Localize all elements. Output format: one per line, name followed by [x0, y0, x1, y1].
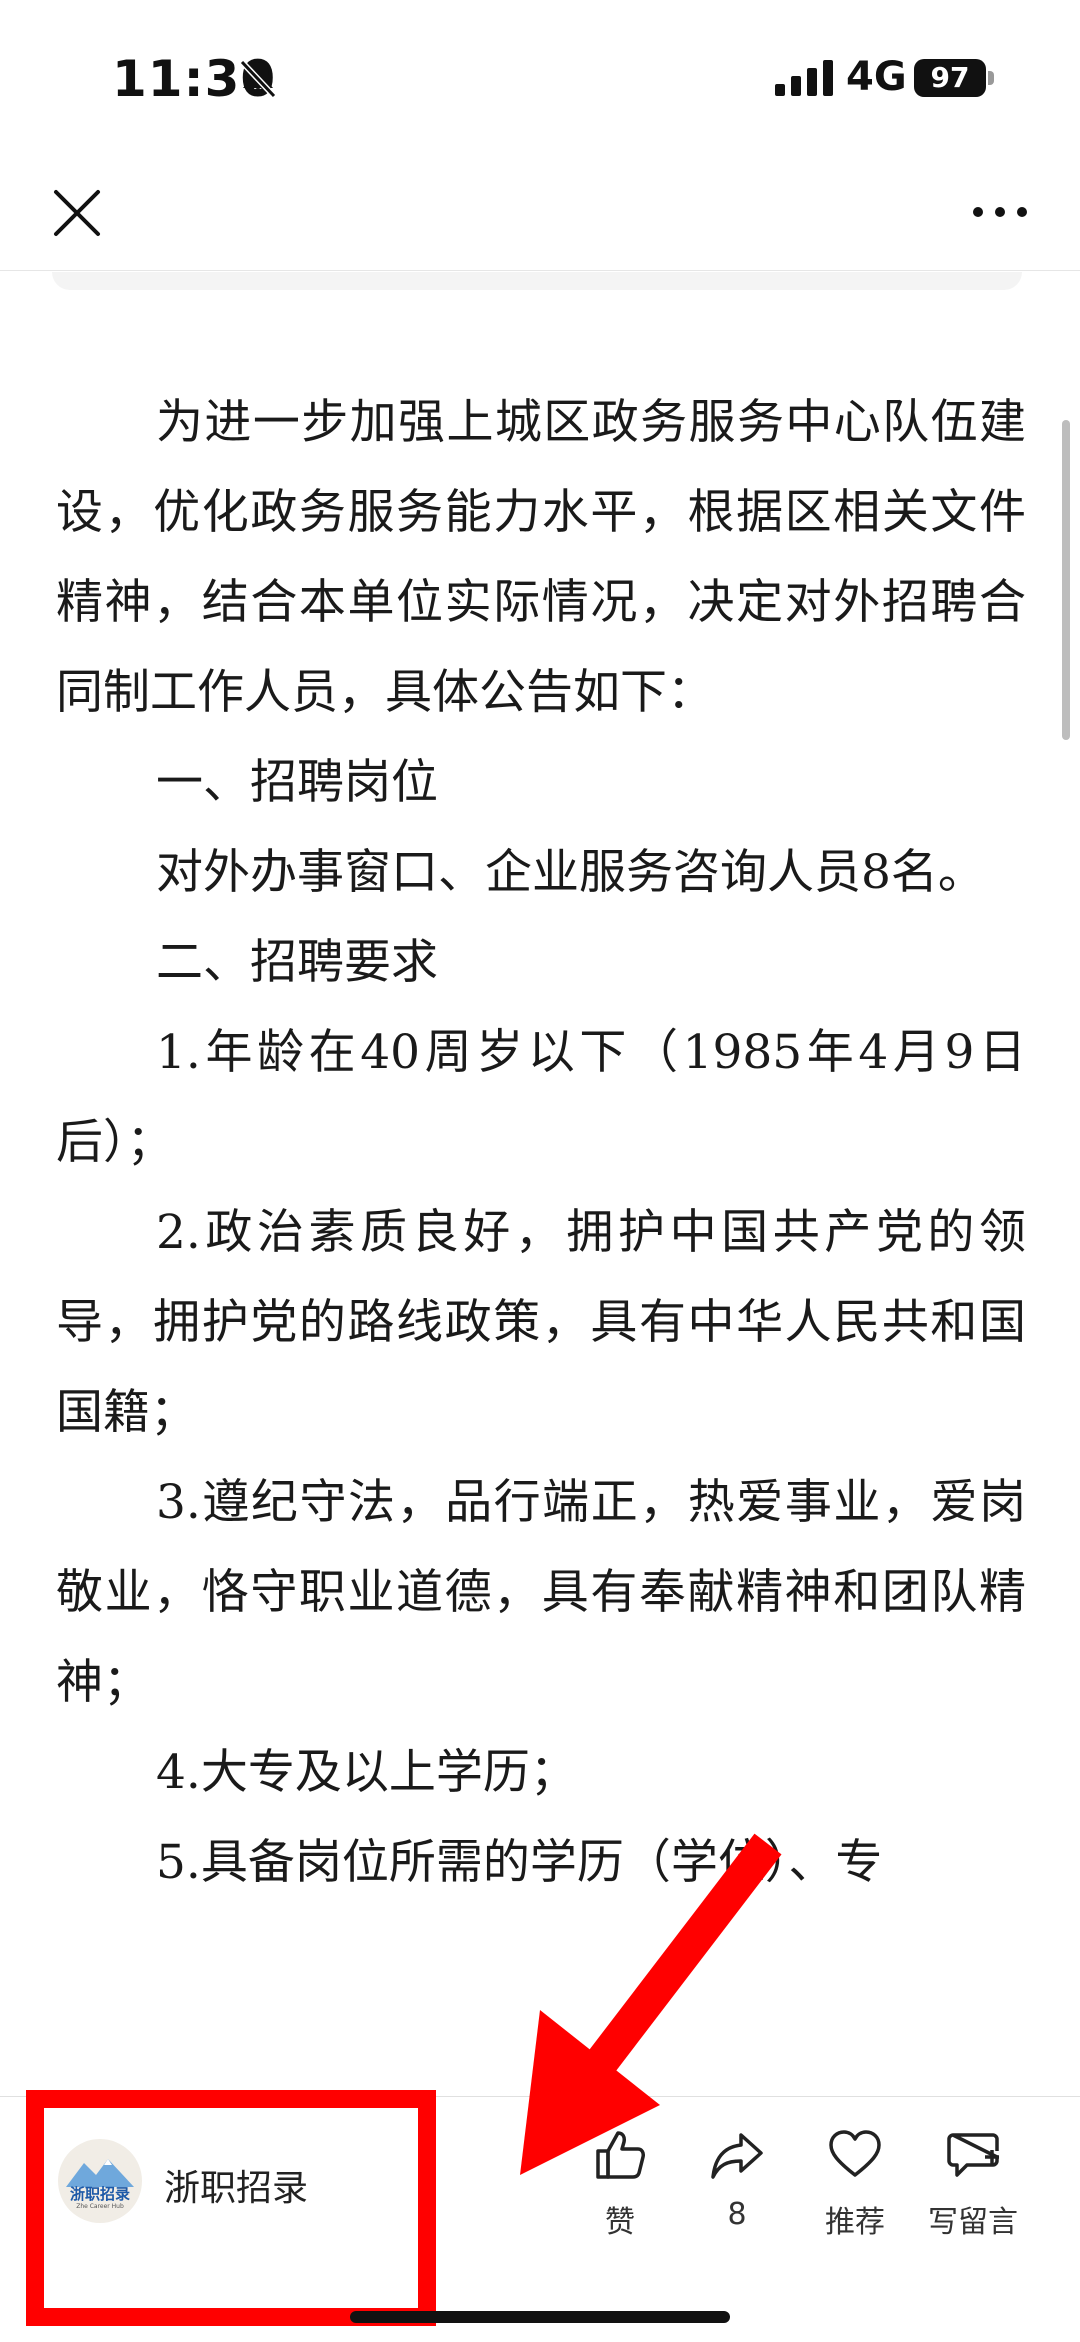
- recommend-label: 推荐: [825, 2205, 885, 2240]
- arrow-annotation: [520, 1833, 782, 2175]
- battery-icon: 97: [914, 59, 986, 97]
- nav-bar: [0, 150, 1080, 271]
- recommend-button[interactable]: 推荐: [800, 2127, 910, 2241]
- previous-card-edge: [52, 272, 1022, 290]
- like-label: 赞: [605, 2205, 635, 2240]
- article-paragraph: 对外办事窗口、企业服务咨询人员8名。: [156, 845, 985, 900]
- close-icon[interactable]: [50, 186, 104, 240]
- status-bar: 11:30 4G 97: [0, 0, 1080, 150]
- more-icon[interactable]: [970, 200, 1030, 224]
- article-paragraph: 4.大专及以上学历；: [156, 1745, 577, 1800]
- bell-muted-icon: [239, 59, 277, 98]
- network-type: 4G: [846, 54, 907, 100]
- scrollbar[interactable]: [1062, 420, 1070, 740]
- article-body: 为进一步加强上城区政务服务中心队伍建设，优化政务服务能力水平，根据区相关文件精神…: [56, 378, 1026, 1908]
- highlight-box: [26, 2090, 436, 2326]
- article-paragraph: 1.年龄在40周岁以下（1985年4月9日后）；: [56, 1025, 1026, 1170]
- heart-icon: [829, 2130, 881, 2177]
- article-heading: 二、招聘要求: [156, 935, 438, 990]
- article-paragraph: 3.遵纪守法，品行端正，热爱事业，爱岗敬业，恪守职业道德，具有奉献精神和团队精神…: [56, 1475, 1026, 1710]
- signal-icon: [775, 60, 833, 96]
- share-count: 8: [727, 2197, 747, 2232]
- article-paragraph: 为进一步加强上城区政务服务中心队伍建设，优化政务服务能力水平，根据区相关文件精神…: [56, 395, 1026, 720]
- comment-icon: [947, 2133, 999, 2177]
- comment-label: 写留言: [928, 2205, 1018, 2240]
- article-paragraph: 2.政治素质良好，拥护中国共产党的领导，拥护党的路线政策，具有中华人民共和国国籍…: [56, 1205, 1026, 1440]
- comment-button[interactable]: 写留言: [918, 2127, 1028, 2241]
- article-heading: 一、招聘岗位: [156, 755, 438, 810]
- battery-tip: [988, 71, 994, 85]
- home-indicator[interactable]: [350, 2311, 730, 2323]
